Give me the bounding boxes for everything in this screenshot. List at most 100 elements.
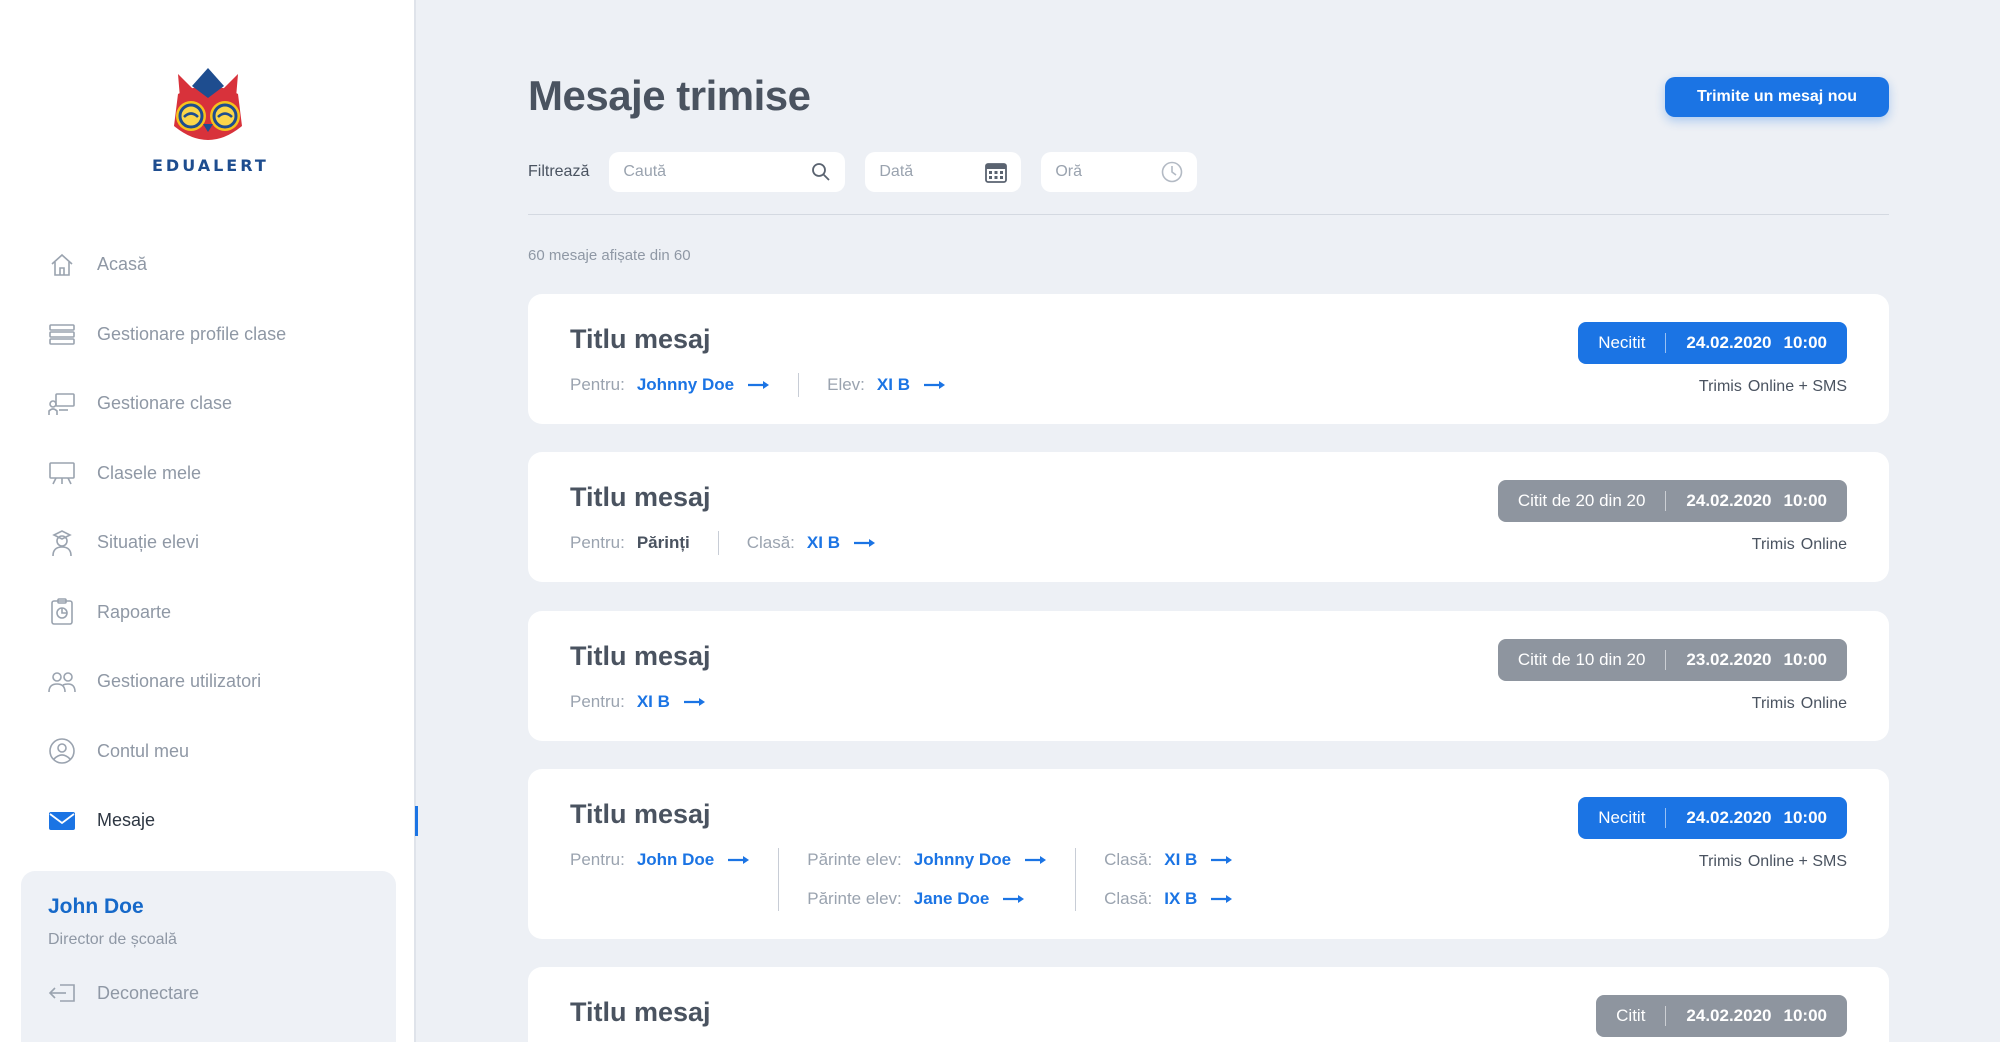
student-icon: [48, 529, 76, 557]
recipient-pair: Pentru: John Doe: [570, 848, 750, 872]
recipient-pair: Pentru: XI B: [570, 690, 706, 714]
recipient-pair: Clasă: XI B: [747, 531, 876, 555]
recipient-group: Clasă: XI B Clasă: IX B: [1104, 848, 1233, 911]
sent-label: Trimis: [1698, 378, 1742, 395]
recipient-link[interactable]: XI B: [807, 533, 840, 553]
message-card[interactable]: Titlu mesaj Pentru: John Doe Părinte ele…: [528, 769, 1889, 939]
page-title: Mesaje trimise: [528, 72, 811, 119]
filters-bar: Filtrează Caută Dată Oră: [528, 152, 1217, 192]
recipient-link[interactable]: Johnny Doe: [637, 375, 734, 395]
logout-button[interactable]: Deconectare: [48, 979, 369, 1007]
separator: [798, 373, 800, 397]
search-input[interactable]: Caută: [609, 152, 846, 192]
recipient-pair: Părinte elev: Johnny Doe: [807, 848, 1047, 872]
sidebar-item-gestionare-utilizatori[interactable]: Gestionare utilizatori: [0, 647, 416, 717]
separator: [778, 848, 780, 911]
recipient-key: Clasă:: [746, 533, 795, 552]
message-title: Titlu mesaj: [570, 482, 711, 512]
logout-icon: [48, 979, 76, 1007]
user-name[interactable]: John Doe: [48, 895, 369, 919]
sent-via: Online + SMS: [1747, 853, 1847, 870]
new-message-button[interactable]: Trimite un mesaj nou: [1665, 77, 1889, 117]
arrow-right-icon[interactable]: [923, 380, 946, 390]
status-text: Citit de 10 din 20: [1517, 650, 1646, 669]
message-card[interactable]: Titlu mesaj Pentru: XI B Citit de 10 din…: [528, 611, 1889, 741]
status-badge: Necitit 24.02.2020 10:00: [1578, 797, 1847, 839]
message-time: 10:00: [1783, 1006, 1827, 1025]
message-date: 24.02.2020: [1686, 333, 1772, 352]
status-badge: Citit de 20 din 20 24.02.2020 10:00: [1497, 480, 1847, 522]
sidebar-item-clasele-mele[interactable]: Clasele mele: [0, 439, 416, 509]
time-input[interactable]: Oră: [1041, 152, 1198, 192]
recipient-key: Părinte elev:: [807, 850, 902, 869]
arrow-right-icon[interactable]: [853, 538, 876, 548]
sent-via: Online + SMS: [1747, 378, 1847, 395]
brand-name: EDUALERT: [152, 156, 269, 175]
message-card[interactable]: Titlu mesaj Citit 24.02.2020 10:00: [528, 967, 1889, 1042]
status-text: Citit: [1616, 1006, 1646, 1025]
sidebar-item-contul-meu[interactable]: Contul meu: [0, 717, 416, 787]
recipient-link[interactable]: Jane Doe: [914, 889, 990, 909]
clock-icon: [1162, 161, 1183, 183]
recipient-pair: Pentru: Părinți: [570, 531, 690, 555]
arrow-right-icon[interactable]: [1211, 855, 1233, 865]
time-placeholder: Oră: [1055, 163, 1083, 180]
classroom-icon: [48, 390, 76, 418]
owl-logo-icon: [174, 68, 242, 140]
message-date: 24.02.2020: [1686, 491, 1772, 510]
recipients: Pentru: Părinți Clasă: XI B: [570, 531, 876, 555]
recipient-link[interactable]: XI B: [1164, 850, 1197, 870]
date-input[interactable]: Dată: [865, 152, 1022, 192]
recipient-key: Elev:: [827, 375, 865, 394]
sent-info: Trimis Online + SMS: [1699, 853, 1847, 871]
arrow-right-icon[interactable]: [728, 855, 750, 865]
separator: [717, 531, 719, 555]
message-title: Titlu mesaj: [570, 324, 711, 354]
status-text: Citit de 20 din 20: [1517, 491, 1646, 510]
recipient-link[interactable]: John Doe: [637, 850, 714, 870]
sent-label: Trimis: [1751, 536, 1795, 553]
search-placeholder: Caută: [623, 163, 667, 180]
stack-icon: [48, 320, 76, 348]
recipient-key: Clasă:: [1104, 850, 1153, 869]
recipient-link[interactable]: XI B: [877, 375, 910, 395]
arrow-right-icon[interactable]: [1003, 894, 1025, 904]
filter-label: Filtrează: [528, 163, 590, 180]
message-card[interactable]: Titlu mesaj Pentru: Părinți Clasă: XI B …: [528, 452, 1889, 582]
arrow-right-icon[interactable]: [683, 697, 706, 707]
recipient-key: Pentru:: [570, 692, 625, 711]
recipient-link[interactable]: Johnny Doe: [914, 850, 1011, 870]
user-role: Director de școală: [48, 931, 177, 948]
recipient-pair: Pentru: Johnny Doe: [570, 373, 770, 397]
sidebar-item-gestionare-profile-clase[interactable]: Gestionare profile clase: [0, 300, 416, 370]
sidebar-item-situatie-elevi[interactable]: Situație elevi: [0, 508, 416, 578]
sidebar-item-label: Situație elevi: [97, 532, 200, 553]
arrow-right-icon[interactable]: [748, 380, 770, 390]
recipient-pair: Clasă: XI B: [1104, 848, 1233, 872]
sidebar-item-label: Acasă: [97, 254, 148, 275]
status-text: Necitit: [1598, 333, 1646, 352]
sent-info: Trimis Online + SMS: [1699, 378, 1847, 396]
report-icon: [48, 598, 76, 626]
sidebar-nav: Acasă Gestionare profile clase Gestionar…: [0, 230, 418, 856]
recipients: Pentru: XI B: [570, 690, 706, 714]
sidebar-item-gestionare-clase[interactable]: Gestionare clase: [0, 369, 416, 439]
sidebar-item-label: Clasele mele: [97, 462, 202, 483]
sidebar-item-rapoarte[interactable]: Rapoarte: [0, 578, 416, 648]
separator: [1075, 848, 1077, 911]
recipient-link[interactable]: XI B: [637, 692, 670, 712]
recipient-key: Clasă:: [1104, 889, 1153, 908]
sidebar-item-label: Contul meu: [97, 740, 190, 761]
message-count: 60 mesaje afișate din 60: [528, 247, 691, 264]
calendar-icon: [985, 163, 1008, 183]
arrow-right-icon[interactable]: [1025, 855, 1047, 865]
edualert-logo[interactable]: EDUALERT: [152, 64, 269, 188]
sidebar-item-mesaje[interactable]: Mesaje: [0, 786, 418, 856]
arrow-right-icon[interactable]: [1211, 894, 1233, 904]
message-card[interactable]: Titlu mesaj Pentru: Johnny Doe Elev: XI …: [528, 294, 1889, 424]
recipient-link[interactable]: IX B: [1164, 889, 1197, 909]
sent-via: Online: [1800, 695, 1847, 712]
recipient-key: Pentru:: [570, 533, 625, 552]
sidebar-item-acasa[interactable]: Acasă: [0, 230, 416, 300]
recipient-group: Pentru: John Doe: [570, 848, 750, 872]
